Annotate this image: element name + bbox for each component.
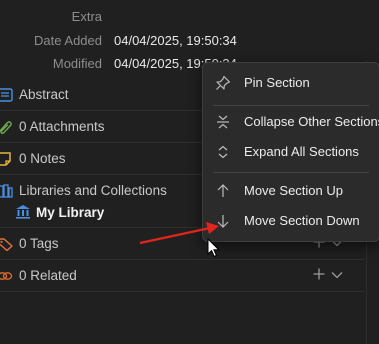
- annotation-arrow: [139, 222, 219, 245]
- cursor-icon: [207, 238, 221, 258]
